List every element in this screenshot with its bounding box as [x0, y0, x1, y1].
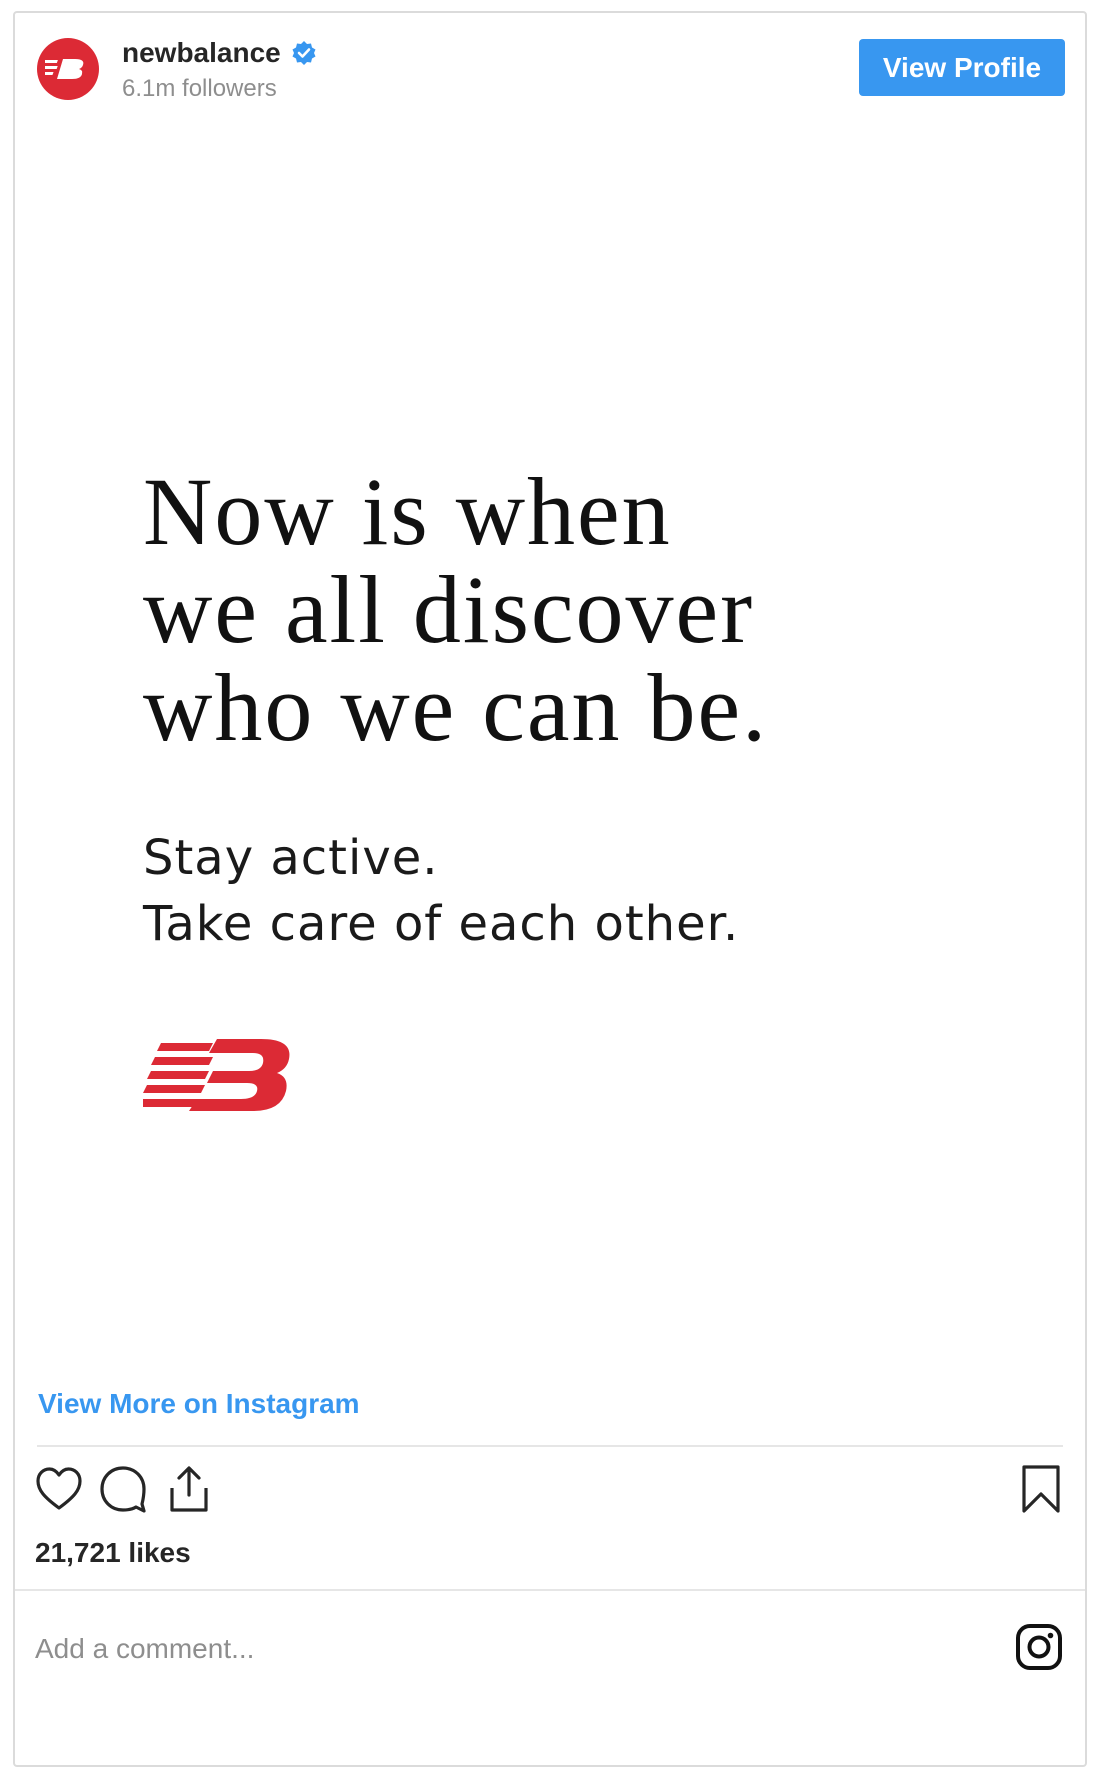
account-name[interactable]: newbalance	[122, 37, 317, 69]
instagram-embed-card: newbalance 6.1m followers View Profile N…	[13, 11, 1087, 1767]
nb-logo-icon	[45, 59, 84, 79]
account-avatar[interactable]	[37, 38, 99, 100]
comment-icon	[100, 1466, 146, 1513]
like-button[interactable]	[33, 1463, 85, 1515]
heart-icon	[36, 1467, 82, 1510]
instagram-icon[interactable]	[1015, 1623, 1063, 1671]
divider	[37, 1445, 1063, 1447]
headline-line-1: Now is when	[143, 458, 672, 565]
bookmark-icon	[1022, 1465, 1060, 1513]
save-button[interactable]	[1015, 1463, 1067, 1515]
headline-line-2: we all discover	[143, 556, 755, 663]
comment-input[interactable]	[35, 1629, 935, 1669]
post-image[interactable]: Now is when we all discover who we can b…	[15, 123, 1085, 1445]
verified-badge-icon	[292, 41, 316, 65]
post-header: newbalance 6.1m followers View Profile	[15, 13, 1085, 123]
post-subtext: Stay active. Take care of each other.	[143, 825, 739, 957]
post-headline: Now is when we all discover who we can b…	[143, 463, 768, 757]
action-bar	[15, 1463, 1085, 1527]
share-button[interactable]	[163, 1463, 215, 1515]
view-profile-button[interactable]: View Profile	[859, 39, 1065, 96]
view-more-link[interactable]: View More on Instagram	[38, 1388, 360, 1420]
comment-row	[15, 1591, 1085, 1767]
headline-line-3: who we can be.	[143, 654, 769, 761]
nb-brand-logo	[143, 1039, 290, 1111]
subtext-line-2: Take care of each other.	[143, 896, 740, 952]
share-icon	[170, 1466, 208, 1512]
followers-count: 6.1m followers	[122, 75, 277, 102]
account-name-text[interactable]: newbalance	[122, 37, 281, 69]
comment-button[interactable]	[97, 1463, 149, 1515]
likes-count[interactable]: 21,721 likes	[35, 1537, 191, 1569]
subtext-line-1: Stay active.	[143, 830, 439, 886]
